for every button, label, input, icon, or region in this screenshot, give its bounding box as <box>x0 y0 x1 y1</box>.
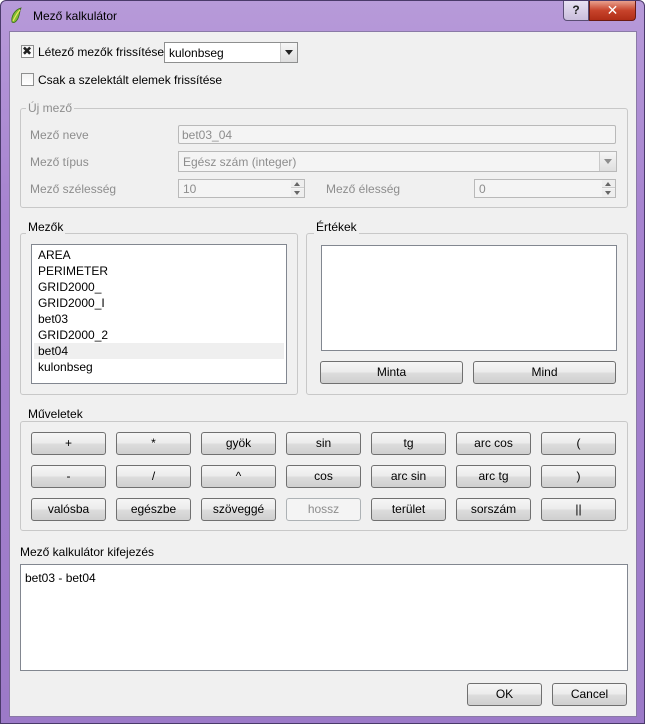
cancel-button[interactable]: Cancel <box>552 683 627 706</box>
operator-button[interactable]: arc tg <box>456 465 531 488</box>
operator-button[interactable]: arc sin <box>371 465 446 488</box>
chevron-down-icon <box>599 152 616 171</box>
field-list-item[interactable]: bet04 <box>34 343 284 359</box>
qgis-icon <box>11 7 22 23</box>
operator-button[interactable]: valósba <box>31 498 106 521</box>
expression-editor[interactable]: bet03 - bet04 <box>20 564 628 671</box>
only-selected-checkbox[interactable] <box>21 73 34 86</box>
operator-button[interactable]: - <box>31 465 106 488</box>
spin-up-icon[interactable] <box>291 180 304 188</box>
field-list-item[interactable]: kulonbseg <box>34 359 284 375</box>
field-name-label: Mező neve <box>30 128 89 142</box>
field-width-spinbox[interactable]: 10 <box>178 179 305 198</box>
field-list-item[interactable]: GRID2000_2 <box>34 327 284 343</box>
field-precision-spinbox[interactable]: 0 <box>474 179 616 198</box>
operator-button[interactable]: sin <box>286 432 361 455</box>
operator-button[interactable]: tg <box>371 432 446 455</box>
operator-button[interactable]: szöveggé <box>201 498 276 521</box>
dialog-client-area: Létező mezők frissítése kulonbseg Csak a… <box>9 31 637 717</box>
operators-group-title: Műveletek <box>26 407 85 421</box>
field-type-select[interactable]: Egész szám (integer) <box>178 151 617 172</box>
dialog-window: Mező kalkulátor ? ✕ Létező mezők frissít… <box>0 0 645 724</box>
close-button[interactable]: ✕ <box>589 1 636 21</box>
operator-button[interactable]: egészbe <box>116 498 191 521</box>
field-width-label: Mező szélesség <box>30 182 117 196</box>
title-bar[interactable]: Mező kalkulátor ? ✕ <box>1 1 644 31</box>
values-list[interactable] <box>321 245 617 351</box>
field-list-item[interactable]: GRID2000_ <box>34 279 284 295</box>
fields-group-title: Mezők <box>26 220 66 234</box>
operator-button[interactable]: ) <box>541 465 616 488</box>
operator-button[interactable]: / <box>116 465 191 488</box>
window-title: Mező kalkulátor <box>33 9 118 23</box>
expression-label: Mező kalkulátor kifejezés <box>20 545 155 559</box>
fields-list[interactable]: AREA PERIMETER GRID2000_ GRID2000_I bet03 GRI… <box>31 244 287 384</box>
field-list-item[interactable]: GRID2000_I <box>34 295 284 311</box>
values-group-title: Értékek <box>314 220 359 234</box>
operator-button[interactable]: terület <box>371 498 446 521</box>
ok-button[interactable]: OK <box>467 683 542 706</box>
operator-button[interactable]: ( <box>541 432 616 455</box>
sample-button[interactable]: Minta <box>320 361 463 384</box>
field-list-item[interactable]: PERIMETER <box>34 263 284 279</box>
existing-field-value: kulonbseg <box>169 46 224 60</box>
update-existing-checkbox[interactable] <box>21 44 34 58</box>
spin-down-icon[interactable] <box>291 189 304 197</box>
spin-up-icon[interactable] <box>602 180 615 188</box>
field-list-item[interactable]: AREA <box>34 247 284 263</box>
field-precision-label: Mező élesség <box>326 182 401 196</box>
only-selected-label: Csak a szelektált elemek frissítése <box>38 73 223 87</box>
operator-button[interactable]: arc cos <box>456 432 531 455</box>
operator-button[interactable]: ^ <box>201 465 276 488</box>
update-existing-label: Létező mezők frissítése <box>38 45 165 59</box>
operator-button[interactable]: sorszám <box>456 498 531 521</box>
field-name-input[interactable]: bet03_04 <box>178 125 616 144</box>
chevron-down-icon <box>280 43 297 62</box>
operator-button[interactable]: hossz <box>286 498 361 521</box>
new-field-group-title: Új mező <box>26 101 75 115</box>
all-button[interactable]: Mind <box>473 361 616 384</box>
help-button[interactable]: ? <box>563 1 589 21</box>
field-precision-value: 0 <box>479 182 486 196</box>
operator-button[interactable]: cos <box>286 465 361 488</box>
field-type-value: Egész szám (integer) <box>183 155 297 169</box>
field-width-value: 10 <box>183 182 197 196</box>
field-type-label: Mező típus <box>30 155 89 169</box>
operator-button[interactable]: * <box>116 432 191 455</box>
operator-button[interactable]: + <box>31 432 106 455</box>
spin-down-icon[interactable] <box>602 189 615 197</box>
operator-button[interactable]: || <box>541 498 616 521</box>
existing-field-select[interactable]: kulonbseg <box>164 42 298 63</box>
field-list-item[interactable]: bet03 <box>34 311 284 327</box>
operator-button[interactable]: gyök <box>201 432 276 455</box>
